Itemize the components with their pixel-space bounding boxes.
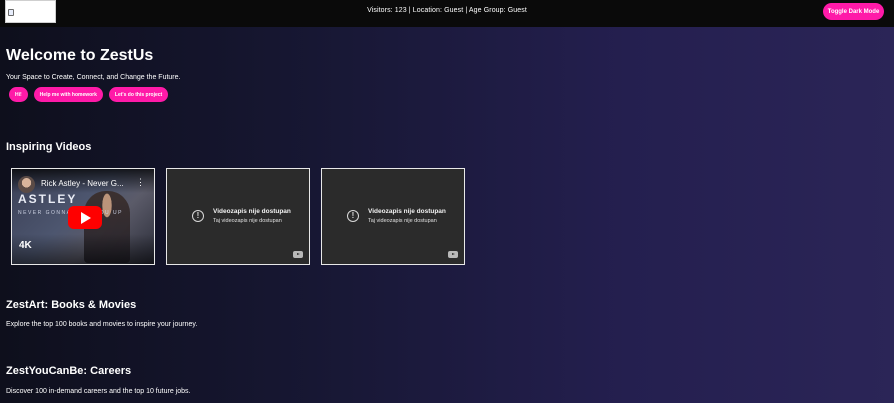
careers-heading: ZestYouCanBe: Careers bbox=[6, 365, 132, 377]
video-list: ASTLEY NEVER GONNA GIVE YOU UP Rick Astl… bbox=[11, 168, 465, 265]
video-title[interactable]: Rick Astley - Never G... bbox=[41, 179, 124, 188]
visitor-info: Visitors: 123 | Location: Guest | Age Gr… bbox=[367, 7, 527, 14]
quick-prompt-chips: Hi! Help me with homework Let's do this … bbox=[9, 87, 169, 102]
video-embed[interactable]: ASTLEY NEVER GONNA GIVE YOU UP Rick Astl… bbox=[11, 168, 155, 265]
video-thumbnail[interactable]: ASTLEY NEVER GONNA GIVE YOU UP Rick Astl… bbox=[12, 169, 154, 264]
video-quality-label: 4K bbox=[19, 240, 32, 251]
warning-icon: ! bbox=[347, 210, 359, 222]
video-error-title: Videozapis nije dostupan bbox=[213, 208, 291, 215]
play-button[interactable] bbox=[68, 206, 102, 229]
videos-heading: Inspiring Videos bbox=[6, 141, 92, 153]
video-error-detail: Taj videozapis nije dostupan bbox=[213, 218, 282, 224]
video-embed-unavailable[interactable]: ! Videozapis nije dostupan Taj videozapi… bbox=[321, 168, 465, 265]
zestart-heading: ZestArt: Books & Movies bbox=[6, 299, 137, 311]
video-error-title: Videozapis nije dostupan bbox=[368, 208, 446, 215]
zestart-description: Explore the top 100 books and movies to … bbox=[6, 321, 198, 328]
chip-do-project[interactable]: Let's do this project bbox=[108, 87, 169, 102]
youtube-logo-icon[interactable] bbox=[293, 251, 303, 258]
video-embed-unavailable[interactable]: ! Videozapis nije dostupan Taj videozapi… bbox=[166, 168, 310, 265]
channel-avatar[interactable] bbox=[18, 176, 35, 193]
top-bar: Visitors: 123 | Location: Guest | Age Gr… bbox=[0, 0, 894, 27]
thumbnail-overlay-title: ASTLEY bbox=[18, 192, 78, 206]
chip-help-homework[interactable]: Help me with homework bbox=[33, 87, 103, 102]
page-title: Welcome to ZestUs bbox=[6, 47, 154, 64]
careers-description: Discover 100 in-demand careers and the t… bbox=[6, 388, 191, 395]
toggle-dark-mode-button[interactable]: Toggle Dark Mode bbox=[823, 3, 884, 20]
chip-hi[interactable]: Hi! bbox=[9, 87, 28, 102]
youtube-logo-icon[interactable] bbox=[448, 251, 458, 258]
more-options-icon[interactable]: ⋮ bbox=[136, 178, 145, 187]
tagline: Your Space to Create, Connect, and Chang… bbox=[6, 74, 181, 81]
thumbnail-bottom-fade bbox=[12, 234, 154, 264]
warning-icon: ! bbox=[192, 210, 204, 222]
video-error-detail: Taj videozapis nije dostupan bbox=[368, 218, 437, 224]
